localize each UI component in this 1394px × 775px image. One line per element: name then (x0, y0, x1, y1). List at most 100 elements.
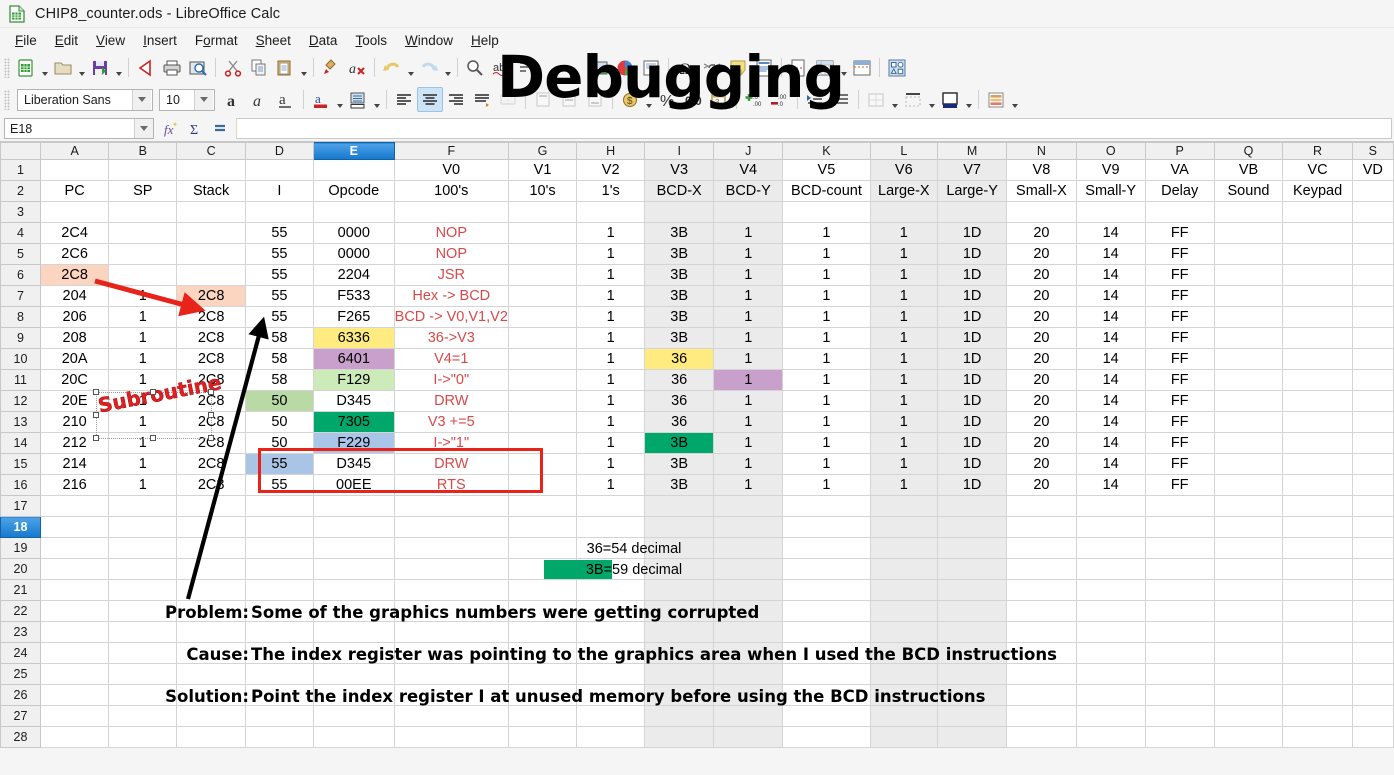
cell-g28[interactable] (508, 726, 578, 748)
cell-b4[interactable] (108, 222, 178, 244)
cell-m7[interactable]: 1D (937, 285, 1008, 307)
cell-c6[interactable] (176, 264, 246, 286)
cell-c28[interactable] (176, 726, 246, 748)
cell-s1[interactable]: VD (1352, 159, 1394, 181)
cell-h1[interactable]: V2 (576, 159, 646, 181)
cell-j19[interactable] (713, 537, 784, 559)
cell-l13[interactable]: 1 (870, 411, 938, 433)
cell-e9[interactable]: 6336 (313, 327, 395, 349)
insert-chart-icon[interactable] (612, 55, 638, 80)
cell-a20[interactable] (40, 558, 110, 580)
undo-dropdown-icon[interactable] (405, 56, 416, 80)
cell-c11[interactable]: 2C8 (176, 369, 246, 391)
column-header-b[interactable]: B (108, 142, 178, 160)
cell-o24[interactable] (1076, 642, 1146, 664)
cell-e11[interactable]: F129 (313, 369, 395, 391)
cell-b28[interactable] (108, 726, 178, 748)
row-header-3[interactable]: 3 (0, 201, 41, 223)
cell-m11[interactable]: 1D (937, 369, 1008, 391)
cell-n1[interactable]: V8 (1006, 159, 1077, 181)
cell-b1[interactable] (108, 159, 178, 181)
cell-i3[interactable] (644, 201, 715, 223)
align-right-icon[interactable] (443, 87, 469, 112)
cell-j27[interactable] (713, 705, 784, 727)
cell-e6[interactable]: 2204 (313, 264, 395, 286)
cell-m8[interactable]: 1D (937, 306, 1008, 328)
headers-footers-icon[interactable] (751, 55, 777, 80)
cell-d13[interactable]: 50 (245, 411, 314, 433)
cell-h13[interactable]: 1 (576, 411, 646, 433)
cell-e19[interactable] (313, 537, 395, 559)
align-center-icon[interactable] (417, 87, 443, 112)
cell-g18[interactable] (508, 516, 578, 538)
cell-p25[interactable] (1145, 663, 1215, 685)
cell-o25[interactable] (1076, 663, 1146, 685)
cell-r3[interactable] (1282, 201, 1353, 223)
cell-a5[interactable]: 2C6 (40, 243, 110, 265)
row-header-25[interactable]: 25 (0, 663, 41, 685)
cell-r2[interactable]: Keypad (1282, 180, 1353, 202)
cell-n11[interactable]: 20 (1006, 369, 1077, 391)
cell-p4[interactable]: FF (1145, 222, 1215, 244)
cell-s8[interactable] (1352, 306, 1394, 328)
cell-n4[interactable]: 20 (1006, 222, 1077, 244)
merge-cells-icon[interactable] (495, 87, 521, 112)
cell-b7[interactable]: 1 (108, 285, 178, 307)
cell-s23[interactable] (1352, 621, 1394, 643)
cell-l16[interactable]: 1 (870, 474, 938, 496)
cell-q1[interactable]: VB (1214, 159, 1284, 181)
cell-b13[interactable]: 1 (108, 411, 178, 433)
cell-a13[interactable]: 210 (40, 411, 110, 433)
cell-o15[interactable]: 14 (1076, 453, 1146, 475)
cell-e21[interactable] (313, 579, 395, 601)
cell-h10[interactable]: 1 (576, 348, 646, 370)
cell-n28[interactable] (1006, 726, 1077, 748)
column-header-c[interactable]: C (176, 142, 246, 160)
cell-o12[interactable]: 14 (1076, 390, 1146, 412)
cell-l2[interactable]: Large-X (870, 180, 938, 202)
cell-r4[interactable] (1282, 222, 1353, 244)
cell-h2[interactable]: 1's (576, 180, 646, 202)
cell-k28[interactable] (782, 726, 871, 748)
freeze-dropdown-icon[interactable] (838, 56, 849, 80)
cell-k9[interactable]: 1 (782, 327, 871, 349)
cell-p14[interactable]: FF (1145, 432, 1215, 454)
cell-q19[interactable] (1214, 537, 1284, 559)
cell-o17[interactable] (1076, 495, 1146, 517)
align-top-icon[interactable] (530, 87, 556, 112)
cell-n6[interactable]: 20 (1006, 264, 1077, 286)
cell-n18[interactable] (1006, 516, 1077, 538)
cell-l21[interactable] (870, 579, 938, 601)
cell-q3[interactable] (1214, 201, 1284, 223)
cell-i6[interactable]: 3B (644, 264, 715, 286)
cell-l12[interactable]: 1 (870, 390, 938, 412)
cell-o8[interactable]: 14 (1076, 306, 1146, 328)
cell-j21[interactable] (713, 579, 784, 601)
cell-e7[interactable]: F533 (313, 285, 395, 307)
cell-n3[interactable] (1006, 201, 1077, 223)
cell-b9[interactable]: 1 (108, 327, 178, 349)
cell-o3[interactable] (1076, 201, 1146, 223)
cell-n20[interactable] (1006, 558, 1077, 580)
cell-r14[interactable] (1282, 432, 1353, 454)
cell-d21[interactable] (245, 579, 314, 601)
row-header-2[interactable]: 2 (0, 180, 41, 202)
cell-j3[interactable] (713, 201, 784, 223)
cell-a28[interactable] (40, 726, 110, 748)
cell-i18[interactable] (644, 516, 715, 538)
cell-k18[interactable] (782, 516, 871, 538)
cell-p20[interactable] (1145, 558, 1215, 580)
cell-r18[interactable] (1282, 516, 1353, 538)
cell-k21[interactable] (782, 579, 871, 601)
cell-o28[interactable] (1076, 726, 1146, 748)
cell-r6[interactable] (1282, 264, 1353, 286)
cell-f8[interactable]: BCD -> V0,V1,V2 (394, 306, 509, 328)
cell-r25[interactable] (1282, 663, 1353, 685)
cell-f15[interactable]: DRW (394, 453, 509, 475)
conditional-formatting-icon[interactable] (983, 87, 1009, 112)
cell-b17[interactable] (108, 495, 178, 517)
cell-k13[interactable]: 1 (782, 411, 871, 433)
column-header-d[interactable]: D (244, 142, 314, 160)
open-file-icon[interactable] (50, 55, 76, 80)
toolbar-grip[interactable] (4, 57, 10, 78)
